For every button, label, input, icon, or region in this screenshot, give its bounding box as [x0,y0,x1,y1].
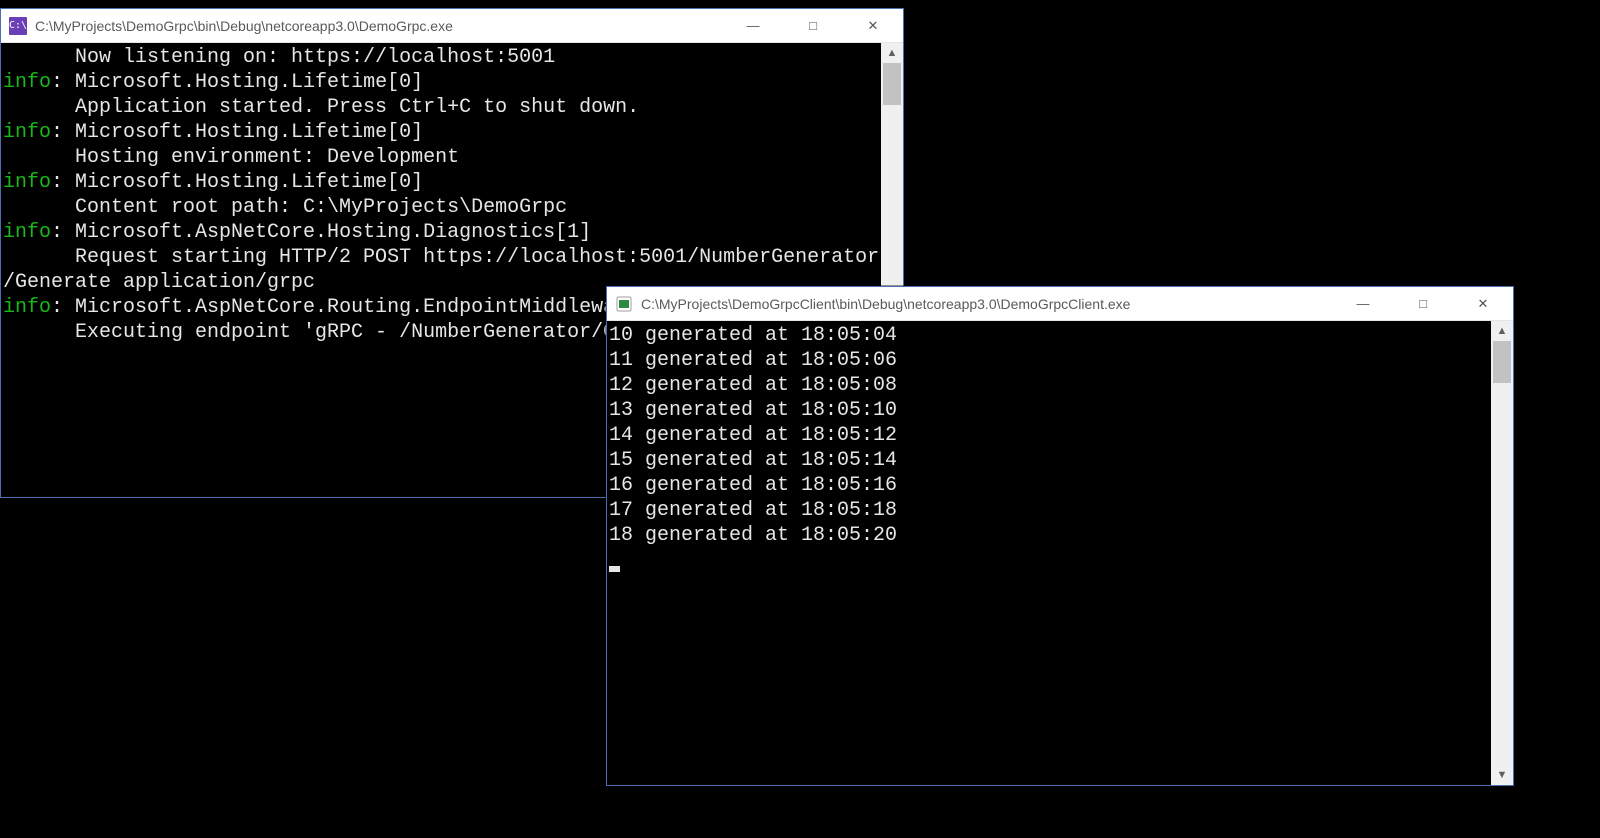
log-level: info [3,71,51,94]
console-line: Application started. Press Ctrl+C to shu… [3,95,879,120]
window-title: C:\MyProjects\DemoGrpc\bin\Debug\netcore… [35,18,723,34]
log-text: Request starting HTTP/2 POST https://loc… [3,246,879,269]
console-line: 16 generated at 18:05:16 [609,473,1489,498]
console-line: 10 generated at 18:05:04 [609,323,1489,348]
console-body: 10 generated at 18:05:0411 generated at … [607,321,1513,785]
log-text: Now listening on: https://localhost:5001 [3,46,555,69]
console-window-client: C:\MyProjects\DemoGrpcClient\bin\Debug\n… [606,286,1514,786]
log-text: : Microsoft.AspNetCore.Hosting.Diagnosti… [51,221,591,244]
console-line: 14 generated at 18:05:12 [609,423,1489,448]
minimize-button[interactable]: — [1333,287,1393,321]
log-text: : Microsoft.Hosting.Lifetime[0] [51,71,423,94]
cursor-icon [609,566,620,572]
cursor-line [609,548,1489,573]
console-line: 17 generated at 18:05:18 [609,498,1489,523]
log-text: : Microsoft.AspNetCore.Routing.EndpointM… [51,296,615,319]
console-line: 12 generated at 18:05:08 [609,373,1489,398]
window-title: C:\MyProjects\DemoGrpcClient\bin\Debug\n… [641,296,1333,312]
close-button[interactable]: ✕ [1453,287,1513,321]
close-button[interactable]: ✕ [843,9,903,43]
cmd-icon: C:\ [9,17,27,35]
log-text: Hosting environment: Development [3,146,459,169]
log-text: : Microsoft.Hosting.Lifetime[0] [51,121,423,144]
log-level: info [3,296,51,319]
log-text: : Microsoft.Hosting.Lifetime[0] [51,171,423,194]
log-text: Application started. Press Ctrl+C to shu… [3,96,639,119]
app-icon [615,295,633,313]
titlebar[interactable]: C:\ C:\MyProjects\DemoGrpc\bin\Debug\net… [1,9,903,43]
console-line: Request starting HTTP/2 POST https://loc… [3,245,879,270]
console-line: info: Microsoft.Hosting.Lifetime[0] [3,170,879,195]
console-line: 15 generated at 18:05:14 [609,448,1489,473]
console-line: 11 generated at 18:05:06 [609,348,1489,373]
log-text: /Generate application/grpc [3,271,315,294]
console-line: Hosting environment: Development [3,145,879,170]
scroll-up-icon[interactable]: ▲ [881,43,903,63]
console-line: Content root path: C:\MyProjects\DemoGrp… [3,195,879,220]
console-line: 13 generated at 18:05:10 [609,398,1489,423]
console-line: info: Microsoft.Hosting.Lifetime[0] [3,120,879,145]
maximize-button[interactable]: □ [783,9,843,43]
log-level: info [3,121,51,144]
log-level: info [3,171,51,194]
vertical-scrollbar[interactable]: ▲ ▼ [1491,321,1513,785]
window-controls: — □ ✕ [1333,287,1513,321]
console-line: info: Microsoft.AspNetCore.Hosting.Diagn… [3,220,879,245]
log-text: Content root path: C:\MyProjects\DemoGrp… [3,196,567,219]
exe-icon [615,295,633,313]
log-level: info [3,221,51,244]
scroll-down-icon[interactable]: ▼ [1491,765,1513,785]
minimize-button[interactable]: — [723,9,783,43]
maximize-button[interactable]: □ [1393,287,1453,321]
scroll-up-icon[interactable]: ▲ [1491,321,1513,341]
window-controls: — □ ✕ [723,9,903,43]
console-line: info: Microsoft.Hosting.Lifetime[0] [3,70,879,95]
scroll-thumb[interactable] [883,63,901,105]
titlebar[interactable]: C:\MyProjects\DemoGrpcClient\bin\Debug\n… [607,287,1513,321]
scroll-thumb[interactable] [1493,341,1511,383]
console-output[interactable]: 10 generated at 18:05:0411 generated at … [607,321,1491,785]
log-text: Executing endpoint 'gRPC - /NumberGenera… [3,321,615,344]
console-line: 18 generated at 18:05:20 [609,523,1489,548]
app-icon: C:\ [9,17,27,35]
console-line: Now listening on: https://localhost:5001 [3,45,879,70]
